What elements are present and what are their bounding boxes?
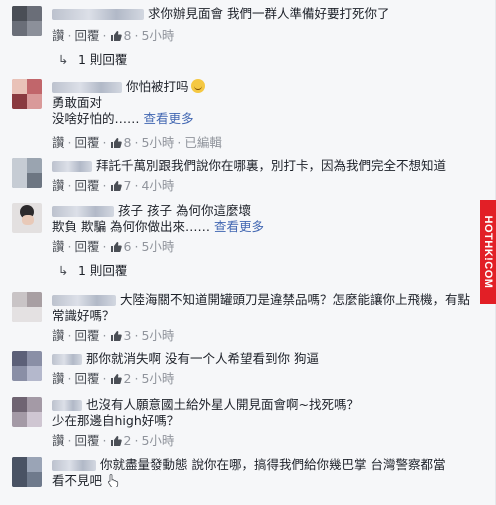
comment-text: 你怕被打吗 勇敢面对 没啥好怕的…… 查看更多 (52, 79, 480, 127)
thumbs-up-icon (110, 31, 122, 41)
timestamp[interactable]: 5小時 (141, 433, 174, 448)
like-count[interactable]: 3 (110, 328, 131, 343)
like-count[interactable]: 8 (110, 135, 131, 150)
comment-actions: 讚 · 回覆 · 6 · 5小時 (52, 239, 175, 254)
avatar[interactable] (12, 351, 42, 381)
comment-text: 孩子 孩子 為何你這麼壞 欺負 欺騙 為何你做出來…… 查看更多 (52, 203, 264, 234)
timestamp[interactable]: 5小時 (141, 328, 174, 343)
edited-label[interactable]: 已編輯 (184, 135, 222, 150)
like-button[interactable]: 讚 (52, 433, 65, 448)
timestamp[interactable]: 5小時 (141, 371, 174, 386)
like-button[interactable]: 讚 (52, 178, 65, 193)
thumbs-up-icon (110, 331, 122, 341)
cursor-hand-icon (107, 474, 119, 488)
thumbs-up-icon (110, 138, 122, 148)
like-count[interactable]: 6 (110, 239, 131, 254)
thumbs-up-icon (110, 374, 122, 384)
reply-arrow-icon: ↳ (58, 263, 69, 278)
like-button[interactable]: 讚 (52, 135, 65, 150)
avatar[interactable] (12, 397, 42, 427)
thumbs-up-icon (110, 436, 122, 446)
reply-button[interactable]: 回覆 (75, 28, 100, 43)
comment-actions: 讚 · 回覆 · 2 · 5小時 (52, 433, 175, 448)
reply-button[interactable]: 回覆 (75, 178, 100, 193)
reply-button[interactable]: 回覆 (75, 135, 100, 150)
like-button[interactable]: 讚 (52, 328, 65, 343)
avatar[interactable] (12, 158, 42, 188)
comment-text: 也沒有人願意國土給外星人開見面會啊~找死嗎？ 少在那邊自high好嗎？ (52, 397, 359, 428)
like-count[interactable]: 2 (110, 433, 131, 448)
see-more-link[interactable]: 查看更多 (144, 111, 194, 126)
like-button[interactable]: 讚 (52, 371, 65, 386)
like-button[interactable]: 讚 (52, 28, 65, 43)
avatar[interactable] (12, 6, 42, 36)
like-count[interactable]: 7 (110, 178, 131, 193)
comment-actions: 讚 · 回覆 · 8 · 5小時 (52, 28, 175, 43)
site-watermark: HOTHK!COM (480, 200, 496, 304)
view-replies-link[interactable]: ↳ 1 則回覆 (58, 52, 127, 68)
timestamp[interactable]: 5小時 (141, 28, 174, 43)
like-count[interactable]: 2 (110, 371, 131, 386)
avatar[interactable] (12, 203, 42, 233)
reply-button[interactable]: 回覆 (75, 328, 100, 343)
comment-text: 大陸海關不知道開罐頭刀是違禁品嗎？怎麼能讓你上飛機，有點 常識好嗎？ (52, 292, 471, 323)
reply-arrow-icon: ↳ (58, 52, 69, 67)
comment-text: 那你就消失啊 没有一个人希望看到你 狗逼 (86, 351, 319, 366)
grinning-face-icon (190, 79, 205, 93)
like-button[interactable]: 讚 (52, 239, 65, 254)
comment-text: 求你辦見面會 我們一群人準備好要打死你了 (148, 6, 390, 21)
see-more-link[interactable]: 查看更多 (214, 219, 264, 234)
reply-button[interactable]: 回覆 (75, 371, 100, 386)
timestamp[interactable]: 5小時 (141, 135, 174, 150)
avatar[interactable] (12, 292, 42, 322)
comment-actions: 讚 · 回覆 · 3 · 5小時 (52, 328, 175, 343)
comment-text: 你就盡量發動態 說你在哪，搞得我們給你幾巴掌 台灣警察都當 看不見吧 (52, 457, 446, 488)
reply-button[interactable]: 回覆 (75, 239, 100, 254)
like-count[interactable]: 8 (110, 28, 131, 43)
comment-text: 拜託千萬別跟我們說你在哪裏，別打卡，因為我們完全不想知道 (96, 158, 447, 173)
avatar[interactable] (12, 457, 42, 487)
comment-actions: 讚 · 回覆 · 8 · 5小時 · 已編輯 (52, 135, 222, 150)
comment-actions: 讚 · 回覆 · 7 · 4小時 (52, 178, 175, 193)
timestamp[interactable]: 4小時 (141, 178, 174, 193)
reply-button[interactable]: 回覆 (75, 433, 100, 448)
thumbs-up-icon (110, 181, 122, 191)
avatar[interactable] (12, 79, 42, 109)
thumbs-up-icon (110, 242, 122, 252)
view-replies-link[interactable]: ↳ 1 則回覆 (58, 263, 127, 279)
comment-actions: 讚 · 回覆 · 2 · 5小時 (52, 371, 175, 386)
timestamp[interactable]: 5小時 (141, 239, 174, 254)
